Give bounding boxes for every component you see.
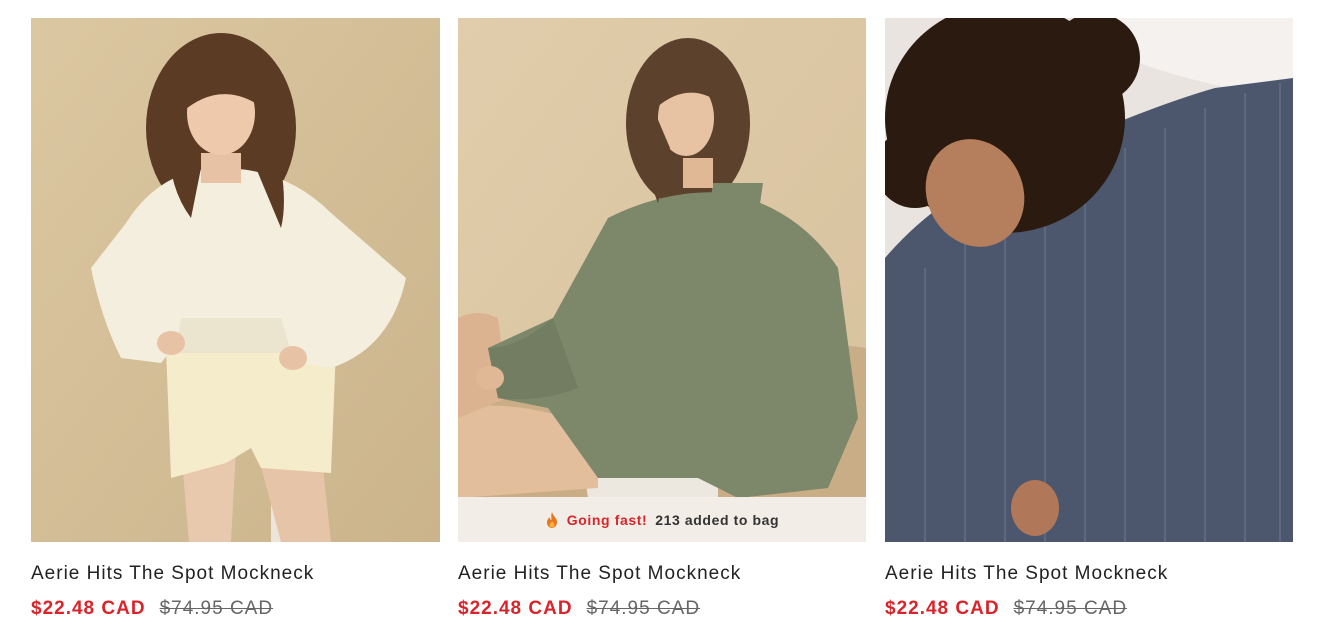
price-row: $22.48 CAD $74.95 CAD (31, 598, 440, 620)
green-sweater-photo (458, 18, 866, 542)
product-grid: Aerie Hits The Spot Mockneck $22.48 CAD … (0, 0, 1320, 640)
flame-icon (546, 511, 557, 528)
product-card[interactable]: Going fast! 213 added to bag Aerie Hits … (458, 18, 866, 620)
urgency-banner: Going fast! 213 added to bag (458, 497, 866, 542)
price-row: $22.48 CAD $74.95 CAD (458, 598, 866, 620)
product-title[interactable]: Aerie Hits The Spot Mockneck (31, 563, 440, 585)
original-price: $74.95 CAD (1013, 598, 1128, 619)
sale-price: $22.48 CAD (458, 598, 573, 619)
product-image-link[interactable]: Going fast! 213 added to bag (458, 18, 866, 542)
navy-sweater-photo (885, 18, 1293, 542)
product-card[interactable]: Aerie Hits The Spot Mockneck $22.48 CAD … (885, 18, 1293, 620)
product-card[interactable]: Aerie Hits The Spot Mockneck $22.48 CAD … (31, 18, 440, 620)
product-title[interactable]: Aerie Hits The Spot Mockneck (885, 563, 1293, 585)
original-price: $74.95 CAD (159, 598, 274, 619)
original-price: $74.95 CAD (586, 598, 701, 619)
sale-price: $22.48 CAD (885, 598, 1000, 619)
price-row: $22.48 CAD $74.95 CAD (885, 598, 1293, 620)
product-image-link[interactable] (31, 18, 440, 542)
urgency-count-label: 213 added to bag (655, 511, 780, 528)
sale-price: $22.48 CAD (31, 598, 146, 619)
cream-sweater-photo (31, 18, 440, 542)
product-title[interactable]: Aerie Hits The Spot Mockneck (458, 563, 866, 585)
urgency-hot-label: Going fast! (566, 511, 648, 528)
product-image-link[interactable] (885, 18, 1293, 542)
